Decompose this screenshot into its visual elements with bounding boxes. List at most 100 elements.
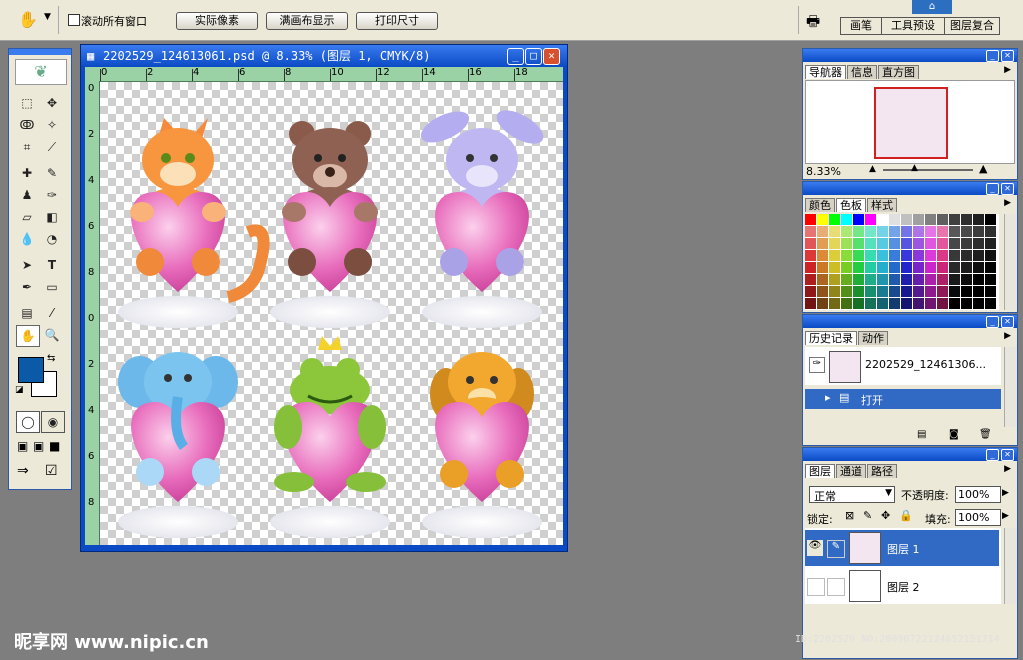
color-swatch[interactable] <box>877 262 888 273</box>
color-swatch[interactable] <box>865 214 876 225</box>
color-swatch[interactable] <box>925 298 936 309</box>
color-swatch[interactable] <box>937 214 948 225</box>
panel-minimize-button[interactable]: _ <box>986 50 999 62</box>
tab-styles[interactable]: 样式 <box>867 198 897 212</box>
close-button[interactable]: ✕ <box>543 48 560 65</box>
panel-titlebar[interactable]: _ ✕ <box>803 49 1017 62</box>
history-state-row[interactable]: ▸ ▤ 打开 <box>805 389 1001 409</box>
color-swatch[interactable] <box>973 250 984 261</box>
dodge-tool-icon[interactable]: ◔ <box>41 229 63 249</box>
tab-channels[interactable]: 通道 <box>836 464 866 478</box>
layer-comps-well-tab[interactable]: 图层复合 <box>944 17 1000 35</box>
color-swatch[interactable] <box>985 298 996 309</box>
color-swatch[interactable] <box>925 238 936 249</box>
color-swatch[interactable] <box>877 286 888 297</box>
color-swatch[interactable] <box>937 298 948 309</box>
marquee-tool-icon[interactable]: ⬚ <box>16 93 38 113</box>
scroll-all-windows-checkbox[interactable] <box>68 14 80 26</box>
zoom-in-icon[interactable]: ▲ <box>979 162 987 175</box>
fill-input[interactable]: 100% <box>955 509 1001 526</box>
fill-arrow-icon[interactable]: ▶ <box>1002 511 1009 521</box>
color-swatch[interactable] <box>925 286 936 297</box>
color-swatch[interactable] <box>949 298 960 309</box>
color-swatch[interactable] <box>877 226 888 237</box>
color-swatch[interactable] <box>973 262 984 273</box>
navigator-zoom-value[interactable]: 8.33% <box>806 165 841 178</box>
lock-image-icon[interactable]: ✎ <box>863 509 872 522</box>
color-swatch[interactable] <box>841 226 852 237</box>
brush-link-icon[interactable]: ✎ <box>827 540 845 558</box>
color-swatch[interactable] <box>877 238 888 249</box>
color-swatch[interactable] <box>853 238 864 249</box>
panel-close-button[interactable]: ✕ <box>1001 449 1014 461</box>
color-swatch[interactable] <box>829 238 840 249</box>
color-swatch[interactable] <box>985 262 996 273</box>
color-swatch[interactable] <box>853 226 864 237</box>
panel-minimize-button[interactable]: _ <box>986 183 999 195</box>
color-swatch[interactable] <box>901 274 912 285</box>
gradient-tool-icon[interactable]: ◧ <box>41 207 63 227</box>
color-swatch[interactable] <box>901 262 912 273</box>
color-swatch[interactable] <box>913 298 924 309</box>
standard-screen-mode-icon[interactable]: ▣ <box>17 439 28 453</box>
tab-swatches[interactable]: 色板 <box>836 198 866 212</box>
color-swatch[interactable] <box>805 238 816 249</box>
color-swatch[interactable] <box>805 226 816 237</box>
color-swatch[interactable] <box>937 238 948 249</box>
color-swatch[interactable] <box>937 262 948 273</box>
slice-tool-icon[interactable]: ⟋ <box>41 137 63 157</box>
healing-brush-tool-icon[interactable]: ✚ <box>16 163 38 183</box>
panel-menu-arrow-icon[interactable]: ▶ <box>1004 331 1011 341</box>
color-swatch[interactable] <box>985 250 996 261</box>
printer-icon[interactable]: 🖶 <box>806 11 820 36</box>
tab-actions[interactable]: 动作 <box>858 331 888 345</box>
type-tool-icon[interactable]: T <box>41 255 63 275</box>
color-swatch[interactable] <box>973 214 984 225</box>
color-swatch[interactable] <box>817 274 828 285</box>
color-swatch[interactable] <box>805 262 816 273</box>
color-swatch[interactable] <box>937 250 948 261</box>
opacity-input[interactable]: 100% <box>955 486 1001 503</box>
color-swatch[interactable] <box>913 262 924 273</box>
magic-wand-tool-icon[interactable]: ✧ <box>41 115 63 135</box>
imageready-icon[interactable]: ☑ <box>45 463 58 479</box>
color-swatch[interactable] <box>949 250 960 261</box>
color-swatch[interactable] <box>925 262 936 273</box>
color-swatch[interactable] <box>973 298 984 309</box>
blur-tool-icon[interactable]: 💧 <box>16 229 38 249</box>
panel-close-button[interactable]: ✕ <box>1001 183 1014 195</box>
default-colors-icon[interactable]: ◪ <box>15 385 24 395</box>
print-size-button[interactable]: 打印尺寸 <box>356 12 438 30</box>
color-swatch[interactable] <box>829 298 840 309</box>
eraser-tool-icon[interactable]: ▱ <box>16 207 38 227</box>
opacity-arrow-icon[interactable]: ▶ <box>1002 488 1009 498</box>
color-swatch[interactable] <box>865 226 876 237</box>
color-swatch[interactable] <box>841 274 852 285</box>
color-swatch[interactable] <box>901 286 912 297</box>
color-swatch[interactable] <box>889 298 900 309</box>
color-swatch[interactable] <box>985 286 996 297</box>
lock-position-icon[interactable]: ✥ <box>881 509 890 522</box>
color-swatch[interactable] <box>853 250 864 261</box>
new-document-from-state-icon[interactable]: ▤ <box>917 429 926 440</box>
tool-presets-well-tab[interactable]: 工具预设 <box>881 17 945 35</box>
color-swatch[interactable] <box>925 274 936 285</box>
color-swatch[interactable] <box>925 250 936 261</box>
color-swatch[interactable] <box>949 238 960 249</box>
quick-mask-mode-icon[interactable]: ◉ <box>41 411 65 433</box>
color-swatch[interactable] <box>829 226 840 237</box>
color-swatch[interactable] <box>865 274 876 285</box>
color-swatch[interactable] <box>889 238 900 249</box>
color-swatch[interactable] <box>817 262 828 273</box>
color-swatch[interactable] <box>805 250 816 261</box>
pen-tool-icon[interactable]: ✒ <box>16 277 38 297</box>
color-swatch[interactable] <box>973 286 984 297</box>
color-swatch[interactable] <box>805 286 816 297</box>
history-snapshot-row[interactable]: ✑ 2202529_12461306... <box>805 347 1001 385</box>
standard-mode-icon[interactable]: ◯ <box>16 411 40 433</box>
panel-menu-arrow-icon[interactable]: ▶ <box>1004 464 1011 474</box>
brush-tool-icon[interactable]: ✎ <box>41 163 63 183</box>
panel-minimize-button[interactable]: _ <box>986 316 999 328</box>
color-swatch[interactable] <box>889 214 900 225</box>
lock-all-icon[interactable]: 🔒 <box>899 509 913 522</box>
